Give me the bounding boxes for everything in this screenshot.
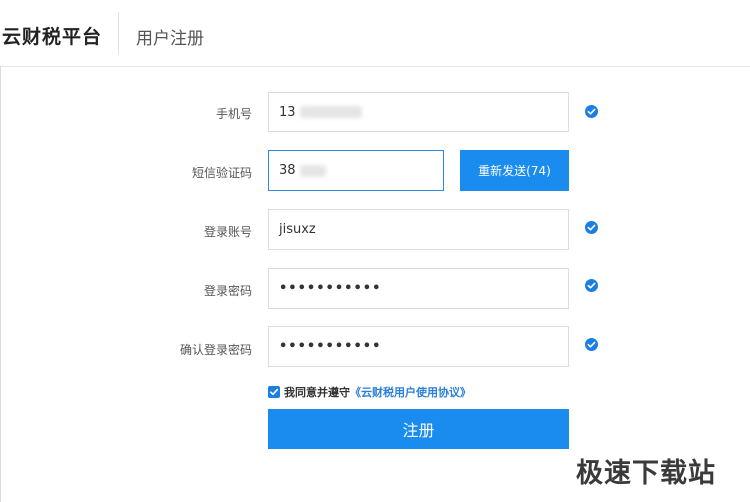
confirm-password-value: ••••••••••• bbox=[279, 339, 382, 354]
checkbox-checked-icon bbox=[270, 388, 279, 396]
agreement-row: 我同意并遵守 《云财税用户使用协议》 bbox=[268, 384, 471, 400]
account-input[interactable]: jisuxz bbox=[268, 209, 569, 250]
brand-logo-text[interactable]: 云财税平台 bbox=[2, 22, 102, 49]
account-valid-check-icon bbox=[585, 221, 598, 234]
phone-blur-mask bbox=[299, 106, 362, 118]
agreement-link[interactable]: 《云财税用户使用协议》 bbox=[350, 384, 471, 400]
confirm-password-label: 确认登录密码 bbox=[179, 343, 252, 357]
register-page: 云财税平台 用户注册 手机号 13 短信验证码 38 重新发送(74) 登录账号… bbox=[0, 0, 750, 502]
sms-code-label: 短信验证码 bbox=[191, 166, 252, 180]
header-divider bbox=[118, 12, 119, 54]
phone-input[interactable]: 13 bbox=[268, 92, 569, 132]
confirm-password-valid-check-icon bbox=[585, 338, 598, 351]
phone-label: 手机号 bbox=[215, 107, 252, 121]
left-border bbox=[0, 66, 1, 502]
account-label: 登录账号 bbox=[203, 225, 252, 239]
page-title: 用户注册 bbox=[136, 29, 204, 49]
resend-code-button[interactable]: 重新发送(74) bbox=[460, 150, 569, 191]
sms-code-blur-mask bbox=[299, 164, 326, 177]
agreement-checkbox[interactable] bbox=[268, 386, 280, 398]
phone-valid-check-icon bbox=[585, 105, 598, 118]
password-valid-check-icon bbox=[585, 279, 598, 292]
password-input[interactable]: ••••••••••• bbox=[268, 268, 569, 309]
sms-code-value: 38 bbox=[279, 163, 296, 178]
account-value: jisuxz bbox=[279, 222, 316, 237]
sms-code-input[interactable]: 38 bbox=[268, 150, 444, 191]
agreement-prefix: 我同意并遵守 bbox=[284, 386, 350, 399]
phone-value: 13 bbox=[279, 104, 296, 120]
site-watermark: 极速下载站 bbox=[576, 458, 716, 489]
password-label: 登录密码 bbox=[203, 284, 252, 298]
password-value: ••••••••••• bbox=[279, 281, 382, 296]
confirm-password-input[interactable]: ••••••••••• bbox=[268, 326, 569, 367]
header: 云财税平台 用户注册 bbox=[0, 0, 750, 67]
register-button[interactable]: 注册 bbox=[268, 409, 569, 449]
